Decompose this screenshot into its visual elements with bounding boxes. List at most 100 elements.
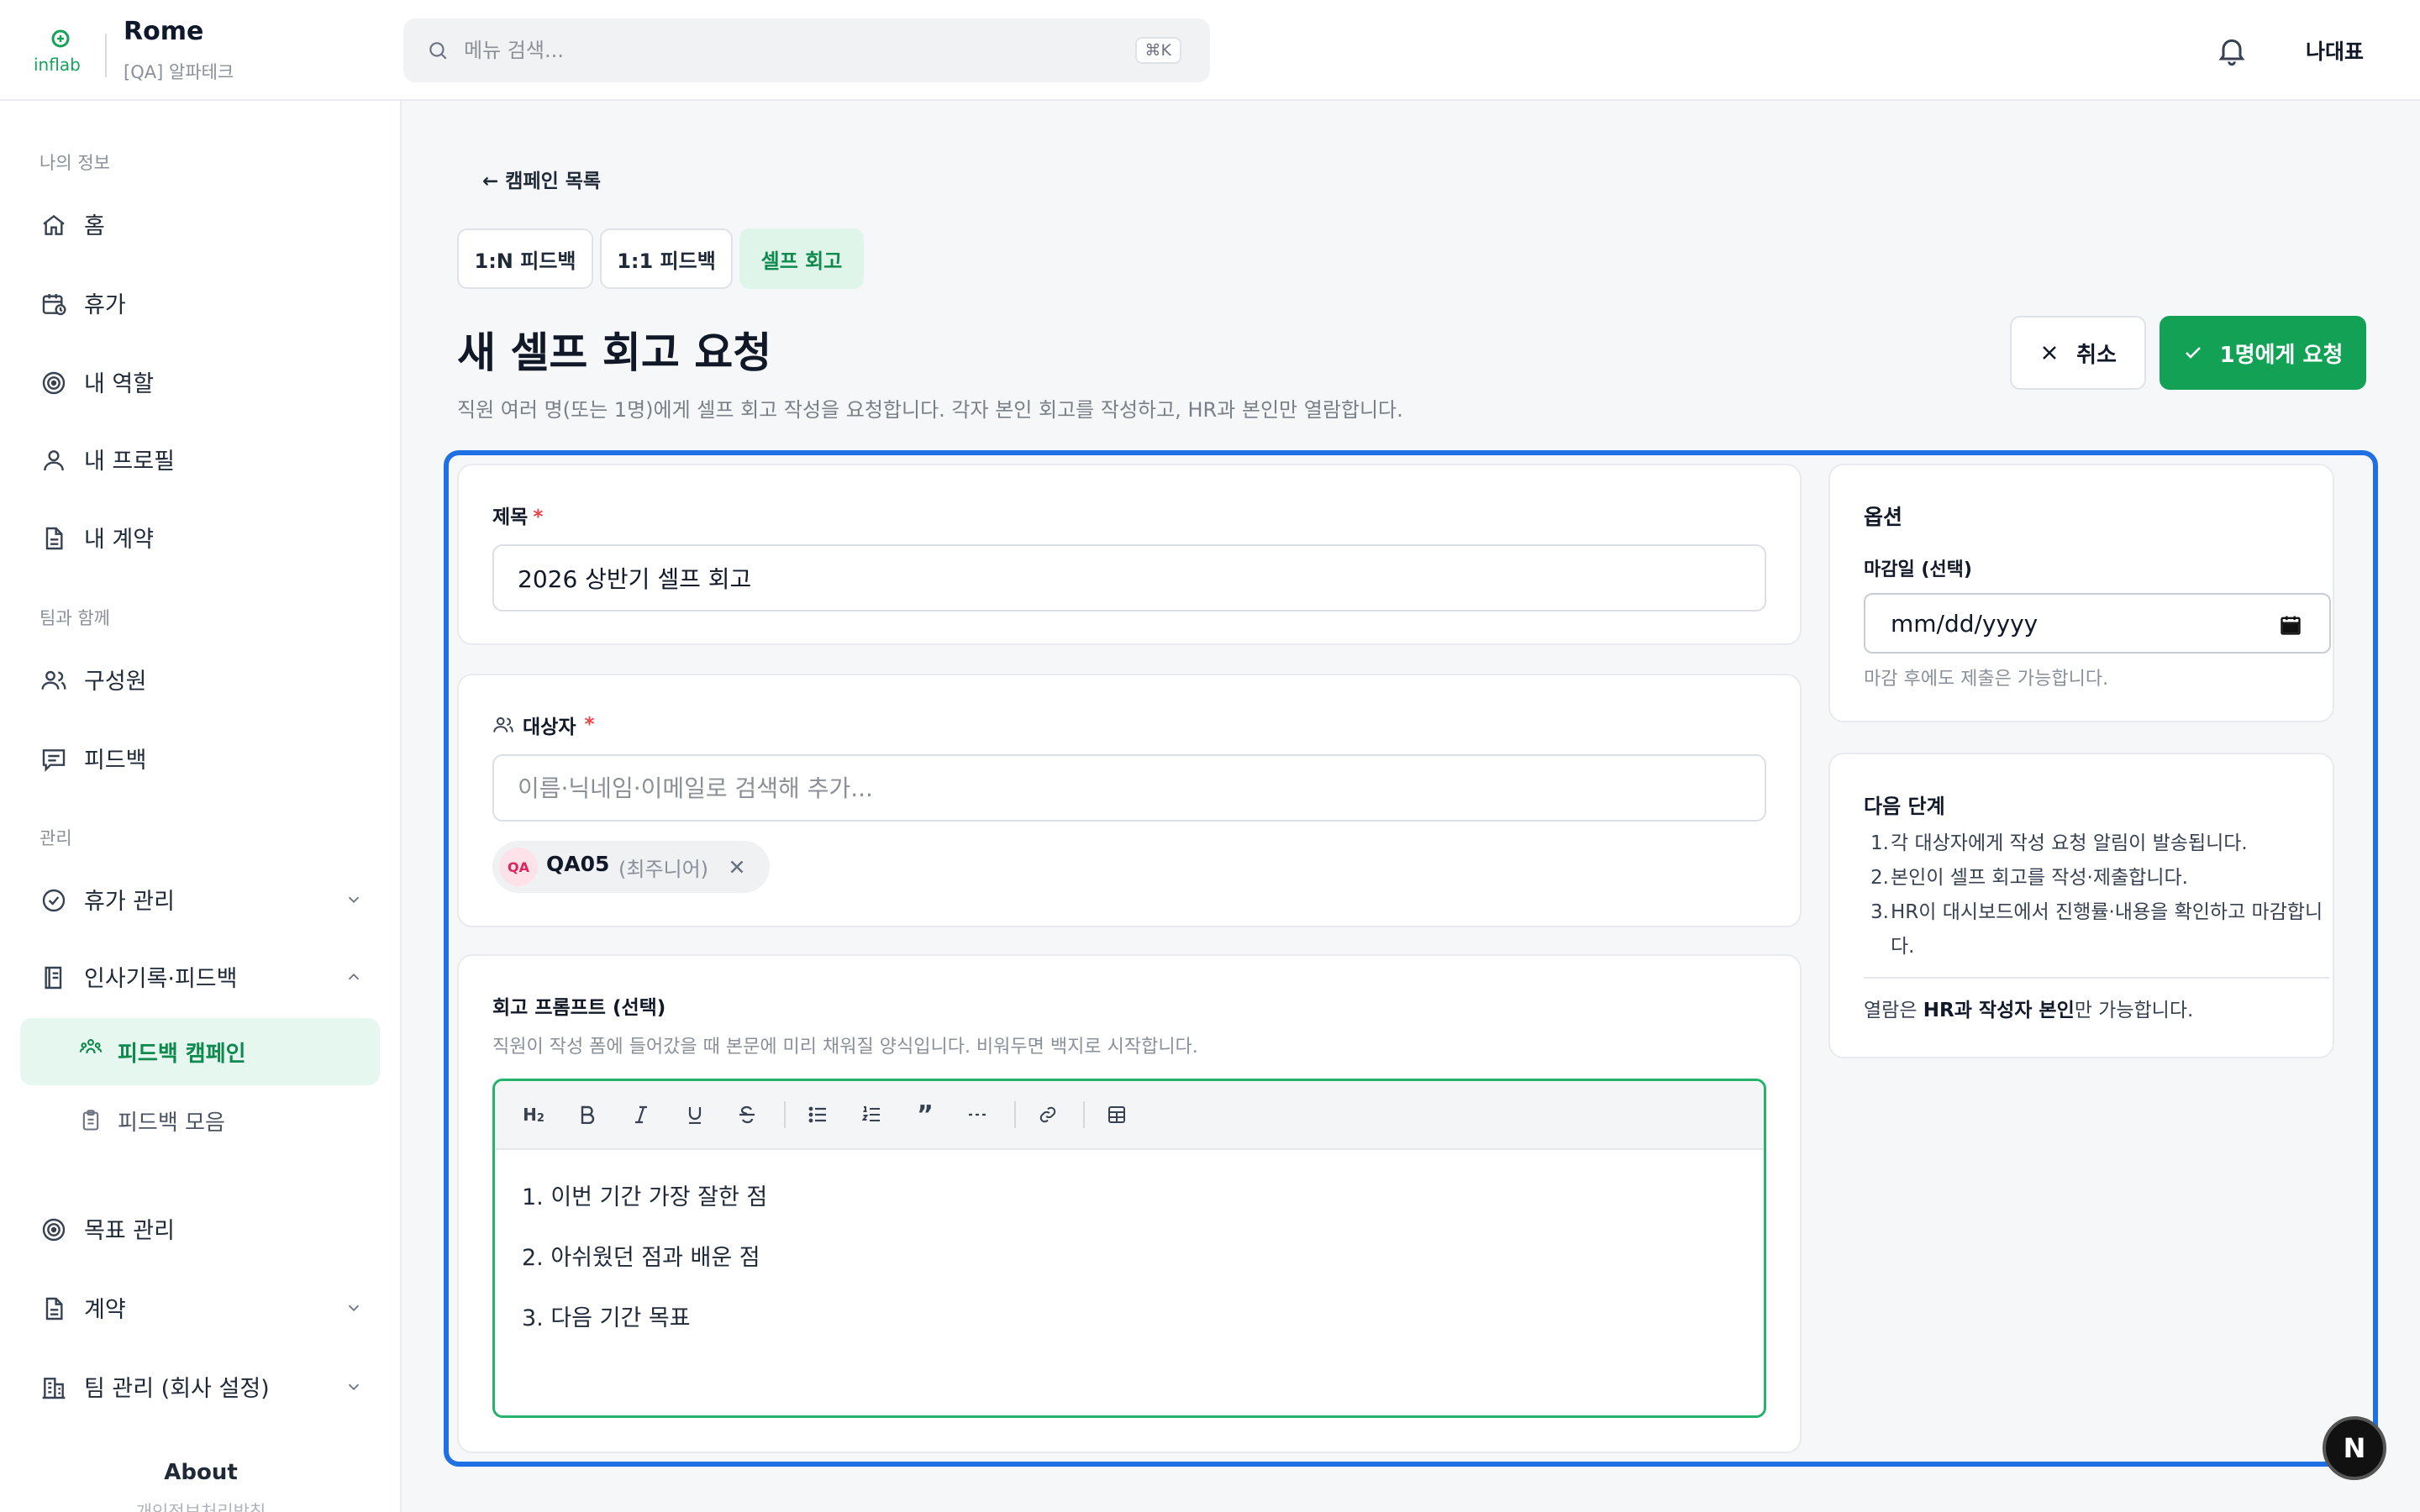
list-item: 3. HR이 대시보드에서 진행률·내용을 확인하고 마감합니다.: [1870, 901, 2323, 958]
sidebar-item-home[interactable]: 홈: [20, 193, 380, 254]
logo-divider: [105, 34, 107, 77]
ordered-list-icon[interactable]: [856, 1100, 886, 1130]
chevron-up-icon: [348, 973, 360, 980]
check-icon: [2185, 347, 2201, 359]
divider: [1864, 977, 2329, 979]
sidebar-item-team-admin[interactable]: 팀 관리 (회사 설정): [20, 1356, 380, 1416]
calendar-icon: [42, 294, 66, 316]
next-steps-title: 다음 단계: [1864, 795, 1945, 818]
sidebar-item-label: 내 프로필: [84, 448, 175, 475]
remove-chip-icon[interactable]: [726, 856, 748, 878]
editor-toolbar: H2 ”: [495, 1081, 1764, 1150]
sidebar-item-feedback-collection[interactable]: 피드백 모음: [20, 1090, 380, 1151]
list-item: 2. 본인이 셀프 회고를 작성·제출합니다.: [1870, 867, 2188, 889]
tab-self-review[interactable]: 셀프 회고: [739, 228, 864, 289]
sidebar-item-vacation[interactable]: 휴가: [20, 272, 380, 333]
avatar: QA: [499, 848, 538, 886]
table-icon[interactable]: [1102, 1100, 1132, 1130]
submit-request-button[interactable]: 1명에게 요청: [2160, 316, 2366, 390]
horizontal-rule-icon[interactable]: [962, 1100, 992, 1130]
sidebar-item-label: 피드백: [84, 747, 147, 774]
list-item: 1. 각 대상자에게 작성 요청 알림이 발송됩니다.: [1870, 832, 2248, 854]
about-link[interactable]: About: [0, 1460, 400, 1485]
deadline-date-input[interactable]: mm/dd/yyyy: [1864, 593, 2331, 654]
heading-2-icon[interactable]: H2: [518, 1100, 549, 1130]
tab-1n-feedback[interactable]: 1:N 피드백: [457, 228, 593, 289]
italic-icon[interactable]: [626, 1100, 656, 1130]
target-search-input[interactable]: [492, 754, 1766, 822]
search-input[interactable]: [464, 18, 1102, 82]
page-title: 새 셀프 회고 요청: [457, 328, 772, 377]
bell-icon[interactable]: [2215, 34, 2249, 67]
target-field-label: 대상자 *: [492, 711, 595, 739]
svg-text:inflab: inflab: [34, 55, 81, 75]
clipboard-icon: [82, 1110, 99, 1131]
section-title-team: 팀과 함께: [39, 608, 110, 628]
home-icon: [43, 214, 65, 235]
users-icon: [41, 670, 66, 690]
sidebar-item-label: 휴가 관리: [84, 888, 175, 915]
privacy-link[interactable]: 개인정보처리방침: [0, 1499, 400, 1512]
people-group-icon: [79, 1039, 103, 1053]
sidebar-item-feedback[interactable]: 피드백: [20, 727, 380, 788]
cancel-button-label: 취소: [2076, 342, 2117, 368]
sidebar-item-feedback-campaign[interactable]: 피드백 캠페인: [20, 1018, 380, 1085]
deadline-label: 마감일 (선택): [1864, 559, 1972, 580]
section-title-my-info: 나의 정보: [39, 153, 110, 173]
sidebar-item-members[interactable]: 구성원: [20, 648, 380, 709]
sidebar-item-label: 휴가: [84, 291, 126, 318]
chevron-down-icon: [348, 896, 360, 904]
sidebar-item-label: 계약: [84, 1296, 126, 1323]
check-circle-icon: [42, 889, 66, 912]
back-to-campaign-list[interactable]: ← 캠페인 목록: [482, 165, 601, 193]
editor-line[interactable]: 2. 아쉬웠던 점과 배운 점: [522, 1239, 760, 1272]
calendar-icon[interactable]: [2279, 613, 2302, 637]
underline-icon[interactable]: [680, 1100, 710, 1130]
submit-button-label: 1명에게 요청: [2219, 342, 2344, 368]
sidebar-item-my-profile[interactable]: 내 프로필: [20, 428, 380, 489]
chip-name: QA05: [546, 852, 610, 876]
sidebar-item-hr-records[interactable]: 인사기록·피드백: [20, 946, 380, 1006]
document-icon: [45, 527, 63, 550]
editor-line[interactable]: 1. 이번 기간 가장 잘한 점: [522, 1179, 767, 1211]
menu-search[interactable]: ⌘K: [403, 18, 1210, 82]
users-icon: [493, 717, 513, 732]
sidebar-item-label: 내 역할: [84, 370, 155, 397]
cancel-button[interactable]: 취소: [2010, 316, 2146, 390]
page-description: 직원 여러 명(또는 1명)에게 셀프 회고 작성을 요청합니다. 각자 본인 …: [457, 398, 1403, 422]
sidebar-item-my-contract[interactable]: 내 계약: [20, 507, 380, 567]
link-icon[interactable]: [1033, 1100, 1063, 1130]
title-input[interactable]: [492, 544, 1766, 612]
sidebar-item-label: 구성원: [84, 668, 147, 695]
target-icon: [42, 371, 66, 395]
prompt-rich-text-editor[interactable]: H2 ” 1. 이번 기간 가장 잘한 점 2. 아쉬웠던 점과 배운 점 3.…: [492, 1079, 1766, 1418]
sidebar-item-label: 인사기록·피드백: [84, 965, 238, 992]
quote-icon[interactable]: ”: [910, 1100, 940, 1130]
editor-line[interactable]: 3. 다음 기간 목표: [522, 1299, 691, 1332]
sidebar-item-vacation-admin[interactable]: 휴가 관리: [20, 869, 380, 929]
nextjs-dev-badge[interactable]: N: [2323, 1416, 2386, 1480]
sidebar-item-label: 피드백 모음: [118, 1110, 225, 1136]
date-placeholder: mm/dd/yyyy: [1891, 610, 2039, 638]
search-shortcut: ⌘K: [1134, 37, 1181, 64]
deadline-help-text: 마감 후에도 제출은 가능합니다.: [1864, 669, 2109, 690]
toolbar-separator: [1014, 1101, 1016, 1128]
sidebar-item-goals[interactable]: 목표 관리: [20, 1198, 380, 1258]
sidebar-item-label: 팀 관리 (회사 설정): [84, 1375, 270, 1402]
top-bar: inflab Rome [QA] 알파테크 ⌘K 나대표: [0, 0, 2420, 101]
bullet-list-icon[interactable]: [802, 1100, 833, 1130]
sidebar-item-label: 내 계약: [84, 526, 155, 553]
inflab-logo[interactable]: inflab: [32, 29, 92, 76]
user-menu[interactable]: 나대표: [2306, 35, 2364, 66]
sidebar-item-contract[interactable]: 계약: [20, 1277, 380, 1337]
target-icon: [42, 1218, 66, 1242]
section-title-admin: 관리: [39, 828, 72, 848]
org-name: [QA] 알파테크: [124, 62, 234, 82]
sidebar-item-label: 목표 관리: [84, 1217, 175, 1244]
next-steps-list: 1. 각 대상자에게 작성 요청 알림이 발송됩니다. 2. 본인이 셀프 회고를 …: [1870, 827, 2324, 964]
bold-icon[interactable]: [572, 1100, 602, 1130]
tab-11-feedback[interactable]: 1:1 피드백: [600, 228, 733, 289]
selected-target-chip: QA QA05 (최주니어): [492, 841, 770, 893]
sidebar-item-my-role[interactable]: 내 역할: [20, 351, 380, 412]
strikethrough-icon[interactable]: [732, 1100, 762, 1130]
